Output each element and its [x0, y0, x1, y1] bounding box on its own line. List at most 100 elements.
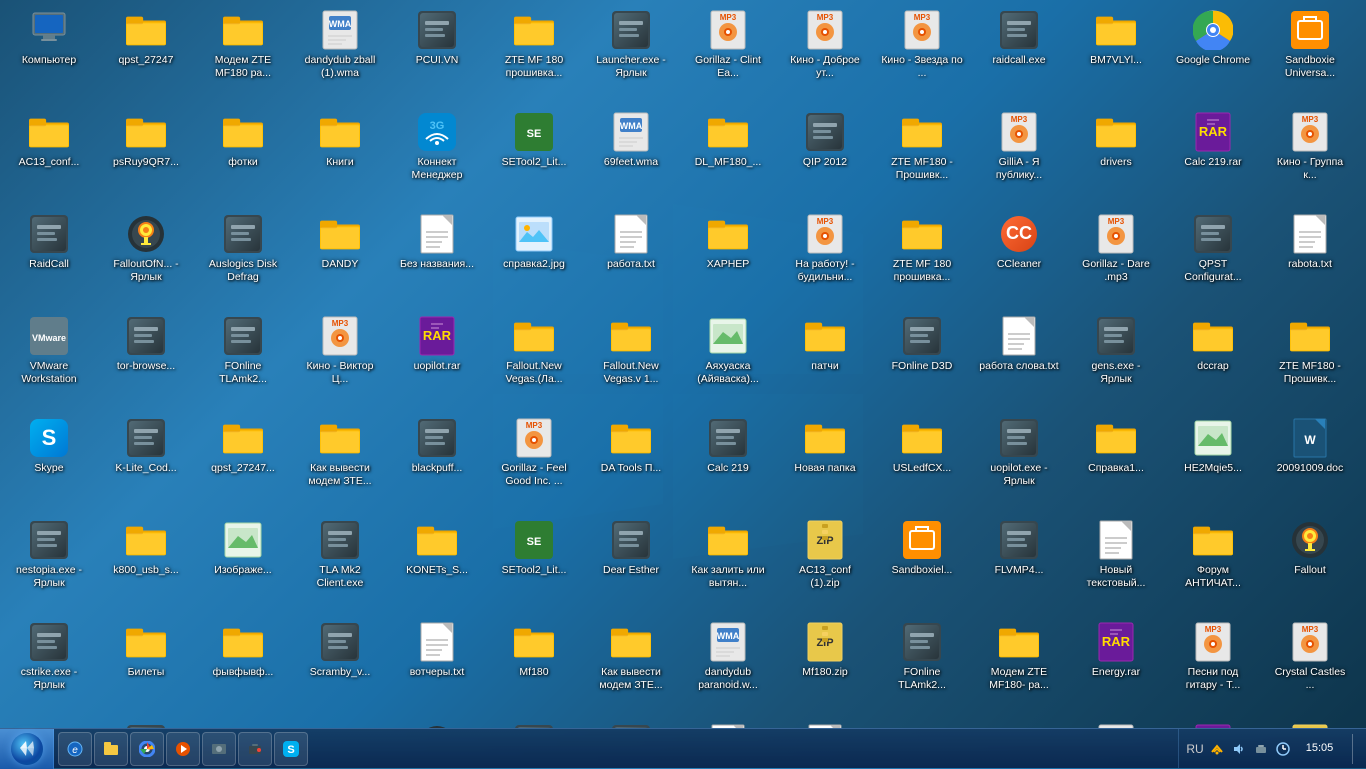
desktop-icon-setool2lit2[interactable]: SESETool2_Lit...: [489, 514, 579, 614]
desktop-icon-auslogics[interactable]: Auslogics Disk Defrag: [198, 208, 288, 308]
desktop-icon-gens[interactable]: gens.exe - Ярлык: [1071, 310, 1161, 410]
desktop-icon-ac13-conf[interactable]: AC13_conf...: [4, 106, 94, 206]
desktop-icon-tor-browser[interactable]: tor-browse...: [101, 310, 191, 410]
desktop-icon-blackpuff[interactable]: blackpuff...: [392, 412, 482, 512]
desktop-icon-fallout-nv1[interactable]: Fallout.New Vegas.v 1...: [586, 310, 676, 410]
desktop-icon-kompyuter[interactable]: Компьютер: [4, 4, 94, 104]
desktop-icon-falloutof[interactable]: FalloutOfN... - Ярлык: [101, 208, 191, 308]
taskbar-explorer[interactable]: [94, 732, 128, 766]
desktop-icon-raidcall-app[interactable]: RaidCall: [4, 208, 94, 308]
desktop-icon-dear-esther[interactable]: Dear Esther: [586, 514, 676, 614]
desktop-icon-rabota[interactable]: работа.txt: [586, 208, 676, 308]
desktop-icon-forum-antichat[interactable]: Форум АНТИЧАТ...: [1168, 514, 1258, 614]
desktop-icon-ayahuaska[interactable]: Аяхуаска (Айяваска)...: [683, 310, 773, 410]
desktop-icon-he2mqie5[interactable]: HE2Mqie5...: [1168, 412, 1258, 512]
desktop-icon-tla-mk2[interactable]: TLA Mk2 Client.exe: [295, 514, 385, 614]
desktop-icon-vochery[interactable]: вотчеры.txt: [392, 616, 482, 716]
desktop-icon-3gmodem[interactable]: 3GКоннект Менеджер: [392, 106, 482, 206]
desktop-icon-knigi[interactable]: Книги: [295, 106, 385, 206]
desktop-icon-kino-viktor[interactable]: MP3Кино - Виктор Ц...: [295, 310, 385, 410]
taskbar-ie[interactable]: e: [58, 732, 92, 766]
desktop-icon-gorillaz-dare[interactable]: MP3Gorillaz - Dare .mp3: [1071, 208, 1161, 308]
desktop-icon-rabota-slova[interactable]: работа слова.txt: [974, 310, 1064, 410]
desktop-icon-dccrap[interactable]: dccrap: [1168, 310, 1258, 410]
desktop-icon-fonline-tlamk[interactable]: FOnline TLAmk2...: [198, 310, 288, 410]
desktop-icon-mf180-zip[interactable]: ZIPMf180.zip: [780, 616, 870, 716]
desktop-icon-psruy9qr[interactable]: psRuy9QR7...: [101, 106, 191, 206]
tray-power[interactable]: [1253, 741, 1269, 757]
desktop-icon-20091009doc[interactable]: W20091009.doc: [1265, 412, 1355, 512]
start-button[interactable]: [0, 729, 54, 769]
desktop-icon-google-chrome[interactable]: Google Chrome: [1168, 4, 1258, 104]
tray-show-desktop[interactable]: [1352, 734, 1358, 764]
desktop-icon-xarner[interactable]: ХАРНЕР: [683, 208, 773, 308]
desktop-icon-crystal-castles[interactable]: MP3Crystal Castles ...: [1265, 616, 1355, 716]
desktop-icon-k-lite[interactable]: K-Lite_Cod...: [101, 412, 191, 512]
desktop-icon-uopilot-exe[interactable]: uopilot.exe - Ярлык: [974, 412, 1064, 512]
desktop-icon-k800-usb[interactable]: k800_usb_s...: [101, 514, 191, 614]
desktop-icon-zte-mf180-pr[interactable]: ZTE MF180 - Прошивк...: [877, 106, 967, 206]
desktop-icon-kak-vivesti2[interactable]: Как вывести модем ЗТЕ...: [586, 616, 676, 716]
desktop-icon-pesni-gitar[interactable]: MP3Песни под гитару - Т...: [1168, 616, 1258, 716]
desktop-icon-zombie-tai[interactable]: зомби-тай...: [586, 718, 676, 728]
taskbar-radio[interactable]: [238, 732, 272, 766]
desktop-icon-gillia[interactable]: MP3GilliA - Я публику...: [974, 106, 1064, 206]
desktop-icon-izobrazhenie[interactable]: Изображе...: [198, 514, 288, 614]
desktop-icon-raidcall[interactable]: raidcall.exe: [974, 4, 1064, 104]
desktop-icon-fonline-d3d[interactable]: FOnline D3D: [877, 310, 967, 410]
desktop-icon-69feet[interactable]: WMA69feet.wma: [586, 106, 676, 206]
desktop-icon-ccleaner[interactable]: CCCCleaner: [974, 208, 1064, 308]
taskbar-skype[interactable]: S: [274, 732, 308, 766]
desktop-icon-scramby[interactable]: Scramby_v...: [295, 616, 385, 716]
desktop-icon-gorillaz[interactable]: MP3Gorillaz - Clint Ea...: [683, 4, 773, 104]
desktop-icon-zte-mf180-pr2[interactable]: ZTE MF180 - Прошивк...: [1265, 310, 1355, 410]
desktop-icon-mumble[interactable]: Mumble: [489, 718, 579, 728]
desktop-icon-forum-antichat2[interactable]: Форум АНТИЧАТ ...: [4, 718, 94, 728]
desktop-icon-sandboxie-exe[interactable]: Sandboxiel...: [877, 514, 967, 614]
desktop-icon-fonline-tlamk2[interactable]: FOnline TLAmk2...: [877, 616, 967, 716]
desktop-icon-qpst-conf[interactable]: QPST Configurat...: [1168, 208, 1258, 308]
desktop-icon-qip2012[interactable]: QIP 2012: [780, 106, 870, 206]
desktop-icon-fyvfyvf[interactable]: фывфывф...: [198, 616, 288, 716]
desktop-icon-bilety[interactable]: Билеты: [101, 616, 191, 716]
desktop-icon-da-tools[interactable]: DA Tools П...: [586, 412, 676, 512]
desktop-icon-forum-antichat3[interactable]: Форум АНТИЧАТ...: [198, 718, 288, 728]
desktop-icon-calc219-2[interactable]: Calc 219: [683, 412, 773, 512]
desktop-icon-mnogtochie[interactable]: Многточие: [295, 718, 385, 728]
desktop-icon-bez-nazv[interactable]: Без названия...: [392, 208, 482, 308]
desktop-icon-mf180[interactable]: Mf180: [489, 616, 579, 716]
taskbar-cp[interactable]: [202, 732, 236, 766]
desktop-icon-artmoney[interactable]: ArtMoney SE v7.41: [101, 718, 191, 728]
desktop-icon-kak-zalit2[interactable]: Как залить или вытян...: [974, 718, 1064, 728]
desktop-icon-nova-papka[interactable]: Новая папка: [780, 412, 870, 512]
desktop-icon-spravka1[interactable]: Справка1...: [1071, 412, 1161, 512]
desktop-icon-bm7vly[interactable]: BM7VLYl...: [1071, 4, 1161, 104]
desktop-icon-fyvfvb[interactable]: фывфыв.txt: [683, 718, 773, 728]
desktop-icon-qpst27247-2[interactable]: qpst_27247...: [198, 412, 288, 512]
desktop-icon-rabota-txt[interactable]: rabota.txt: [1265, 208, 1355, 308]
desktop-icon-kak-zalit[interactable]: Как залить или вытян...: [683, 514, 773, 614]
desktop-icon-energy-rar[interactable]: RAREnergy.rar: [1071, 616, 1161, 716]
desktop-icon-narabotu[interactable]: MP3На работу! - будильни...: [780, 208, 870, 308]
desktop-icon-dandydub-zball[interactable]: WMAdandydub zball (1).wma: [295, 4, 385, 104]
desktop-icon-nestopia[interactable]: nestopia.exe - Ярлык: [4, 514, 94, 614]
tray-network[interactable]: [1209, 741, 1225, 757]
desktop-icon-sandboxie[interactable]: Sandboxie Universa...: [1265, 4, 1355, 104]
desktop-icon-usbflash[interactable]: ZIPusbflash (1).zip: [1265, 718, 1355, 728]
desktop-icon-dandy[interactable]: DANDY: [295, 208, 385, 308]
taskbar-chrome[interactable]: [130, 732, 164, 766]
desktop-icon-skype[interactable]: SSkype: [4, 412, 94, 512]
taskbar-media[interactable]: [166, 732, 200, 766]
desktop-icon-spravka2jpg[interactable]: справка2.jpg: [489, 208, 579, 308]
desktop-icon-dl-mf180[interactable]: DL_MF180_...: [683, 106, 773, 206]
desktop-icon-fallout2[interactable]: Fallout 2: [392, 718, 482, 728]
desktop-icon-fallout-new-vegas-la[interactable]: Fallout.New Vegas.(Ла...: [489, 310, 579, 410]
tray-sound[interactable]: [1231, 741, 1247, 757]
desktop-icon-vmware[interactable]: VMwareVMware Workstation: [4, 310, 94, 410]
desktop-icon-modem-zte-ra[interactable]: Модем ZTE MF180- ра...: [974, 616, 1064, 716]
desktop-icon-konets-s[interactable]: KONETs_S...: [392, 514, 482, 614]
desktop-icon-dandydub-wma[interactable]: WMAdandydub paranoid.w...: [683, 616, 773, 716]
desktop-icon-kak-vivesti[interactable]: Как вывести модем ЗТЕ...: [295, 412, 385, 512]
desktop-icon-pcui-rar[interactable]: RARPCUI.rar: [1168, 718, 1258, 728]
desktop-icon-drivers[interactable]: drivers: [1071, 106, 1161, 206]
